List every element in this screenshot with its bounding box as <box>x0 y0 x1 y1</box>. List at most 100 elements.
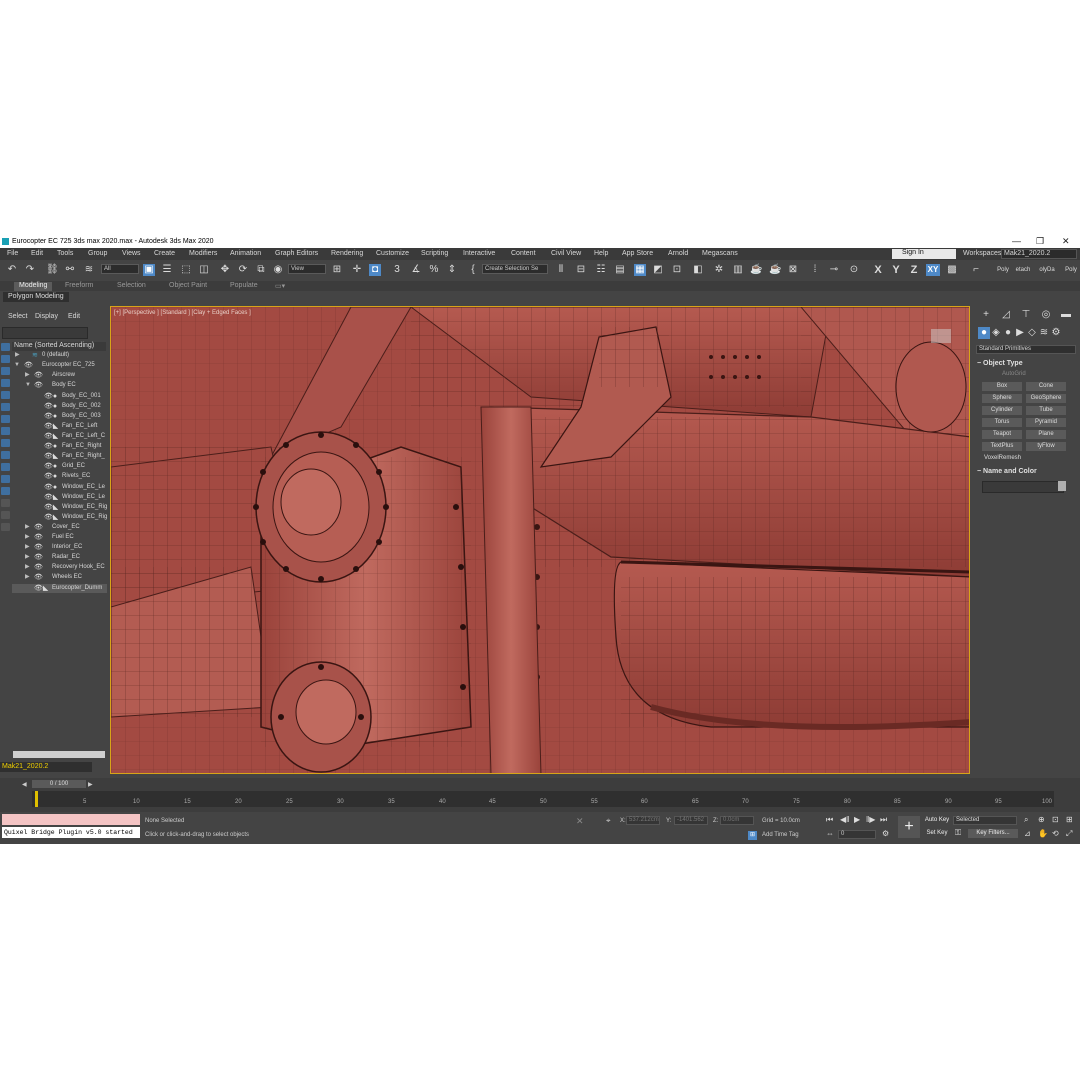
scale-icon[interactable]: ⧉ <box>255 264 267 276</box>
sign-in-button[interactable]: Sign In <box>892 249 956 259</box>
perspective-viewport[interactable]: [+] [Perspective ] [Standard ] [Clay + E… <box>110 306 970 774</box>
tree-row[interactable]: 👁● Window_EC_Le <box>12 483 107 492</box>
orbit-icon[interactable]: ⟲ <box>1052 829 1059 838</box>
sphere-button[interactable]: Sphere <box>982 394 1022 403</box>
workspace-dropdown[interactable]: Mak21_2020.2 <box>1001 249 1077 259</box>
curve-editor-icon[interactable]: ◩ <box>652 264 664 276</box>
field-of-view-icon[interactable]: ⊿ <box>1024 829 1031 838</box>
viewport-label[interactable]: [+] [Perspective ] [Standard ] [Clay + E… <box>114 310 251 316</box>
set-key-button[interactable]: Set Key <box>924 829 950 838</box>
spinner-snap-icon[interactable]: ⇕ <box>446 264 458 276</box>
menu-customize[interactable]: Customize <box>376 250 409 257</box>
polygon-modeling-label[interactable]: Polygon Modeling <box>3 292 69 302</box>
scene-tab-display[interactable]: Display <box>35 313 58 320</box>
menu-arnold[interactable]: Arnold <box>668 250 688 257</box>
set-keys-icon[interactable]: + <box>898 816 920 838</box>
tree-row[interactable]: ▶ 👁 Airscrew <box>12 371 107 380</box>
scene-tab-select[interactable]: Select <box>8 313 27 320</box>
time-config-icon[interactable]: ⚙ <box>882 829 889 838</box>
tree-row[interactable]: ▶ 👁 Interior_EC <box>12 543 107 552</box>
unlink-icon[interactable]: ⚯ <box>64 264 76 276</box>
filter-bones-icon[interactable] <box>1 439 10 447</box>
rendered-frame-icon[interactable]: ▥ <box>732 264 744 276</box>
tree-row[interactable]: 👁◣ Eurocopter_Dumm <box>12 584 107 593</box>
tab-modeling[interactable]: Modeling <box>14 282 53 291</box>
selection-filter-dropdown[interactable]: All <box>101 264 139 274</box>
menu-animation[interactable]: Animation <box>230 250 261 257</box>
place-icon[interactable]: ◉ <box>272 264 284 276</box>
zoom-icon[interactable]: ⌕ <box>1024 815 1028 825</box>
tree-row[interactable]: 👁● Body_EC_003 <box>12 412 107 421</box>
find-icon[interactable] <box>1 523 10 531</box>
filter-hidden-icon[interactable] <box>1 475 10 483</box>
cylinder-button[interactable]: Cylinder <box>982 406 1022 415</box>
schematic-view-icon[interactable]: ⊡ <box>671 264 683 276</box>
tree-row[interactable]: 👁● Fan_EC_Right <box>12 442 107 451</box>
material-editor-icon[interactable]: ◧ <box>692 264 704 276</box>
maximize-viewport-icon[interactable]: ⤢ <box>1066 829 1072 839</box>
box-button[interactable]: Box <box>982 382 1022 391</box>
edit-named-selection-icon[interactable]: { <box>467 264 479 276</box>
tube-button[interactable]: Tube <box>1026 406 1066 415</box>
tab-selection[interactable]: Selection <box>112 282 151 291</box>
tab-freeform[interactable]: Freeform <box>60 282 98 291</box>
current-frame-field[interactable]: 0 <box>838 830 876 839</box>
edit-poly-icon[interactable]: ⌐ <box>970 264 982 276</box>
menu-file[interactable]: File <box>7 250 18 257</box>
slider-left-arrow-icon[interactable]: ◀ <box>22 781 27 788</box>
shapes-icon[interactable]: ◈ <box>990 327 1002 339</box>
layer-explorer-icon[interactable]: ☷ <box>595 264 607 276</box>
menu-graph-editors[interactable]: Graph Editors <box>275 250 318 257</box>
tyflow-button[interactable]: tyFlow <box>1026 442 1066 451</box>
next-frame-icon[interactable]: ‖▶ <box>866 815 875 824</box>
filter-all-icon[interactable] <box>1 487 10 495</box>
tree-row[interactable]: 👁◣ Fan_EC_Left <box>12 422 107 431</box>
auto-key-button[interactable]: Auto Key <box>924 816 950 825</box>
render-iterative-icon[interactable]: ☕ <box>769 264 781 276</box>
axis-constraint-icon[interactable]: ⊸ <box>828 264 840 276</box>
zoom-extents-icon[interactable]: ⊡ <box>1052 815 1059 824</box>
object-type-rollout[interactable]: − Object Type <box>977 360 1023 367</box>
axis-z-button[interactable]: Z <box>908 264 920 276</box>
tree-row[interactable]: ▶ 👁 Radar_EC <box>12 553 107 562</box>
tree-row[interactable]: ▼ 👁 Body EC <box>12 381 107 390</box>
key-mode-icon[interactable]: ⇔ <box>826 829 834 838</box>
filter-none-icon[interactable] <box>1 499 10 507</box>
filter-spacewarps-icon[interactable] <box>1 403 10 411</box>
filter-lights-icon[interactable] <box>1 367 10 375</box>
close-button[interactable]: ✕ <box>1062 236 1070 247</box>
move-icon[interactable]: ✥ <box>219 264 231 276</box>
textplus-button[interactable]: TextPlus <box>982 442 1022 451</box>
zoom-extents-all-icon[interactable]: ⊞ <box>1066 815 1073 824</box>
time-tag-icon[interactable]: ⊞ <box>748 831 757 840</box>
track-bar[interactable]: 5 10 15 20 25 30 35 40 45 50 55 60 65 70… <box>32 791 1054 807</box>
restore-button[interactable]: ❐ <box>1036 236 1044 247</box>
cameras-icon[interactable]: ▶ <box>1014 327 1026 339</box>
name-column-header[interactable]: Name (Sorted Ascending) <box>12 342 106 351</box>
menu-rendering[interactable]: Rendering <box>331 250 363 257</box>
axis-y-button[interactable]: Y <box>890 264 902 276</box>
filter-frozen-icon[interactable] <box>1 463 10 471</box>
tree-row[interactable]: 👁◣ Fan_EC_Left_C <box>12 432 107 441</box>
isolate-selection-icon[interactable]: ✕ <box>576 816 584 827</box>
render-setup-icon[interactable]: ✲ <box>713 264 725 276</box>
goto-end-icon[interactable]: ⏭ <box>880 815 887 825</box>
tree-row[interactable]: ▼ 👁 Eurocopter EC_725 <box>12 361 107 370</box>
select-manipulate-icon[interactable]: ✛ <box>351 264 363 276</box>
ribbon-options-icon[interactable]: ▭▾ <box>270 282 290 291</box>
display-tab-icon[interactable]: ▬ <box>1060 309 1072 321</box>
menu-views[interactable]: Views <box>122 250 141 257</box>
explorer-horizontal-scrollbar[interactable] <box>13 751 105 758</box>
scene-tab-edit[interactable]: Edit <box>68 313 80 320</box>
tree-row[interactable]: ▶ 👁 Wheels EC <box>12 573 107 582</box>
select-by-name-icon[interactable]: ☰ <box>161 264 173 276</box>
pivot-center-icon[interactable]: ⊞ <box>331 264 343 276</box>
plane-button[interactable]: Plane <box>1026 430 1066 439</box>
tree-row[interactable]: 👁● Rivets_EC <box>12 472 107 481</box>
geometry-category-dropdown[interactable]: Standard Primitives <box>976 345 1076 354</box>
helpers-icon[interactable]: ◇ <box>1026 327 1038 339</box>
named-selection-dropdown[interactable]: Create Selection Se <box>482 264 548 274</box>
mirror-icon[interactable]: ⫴ <box>555 264 567 276</box>
z-coordinate-field[interactable]: 0.0cm <box>720 816 754 825</box>
link-icon[interactable]: ⛓ <box>46 264 59 276</box>
